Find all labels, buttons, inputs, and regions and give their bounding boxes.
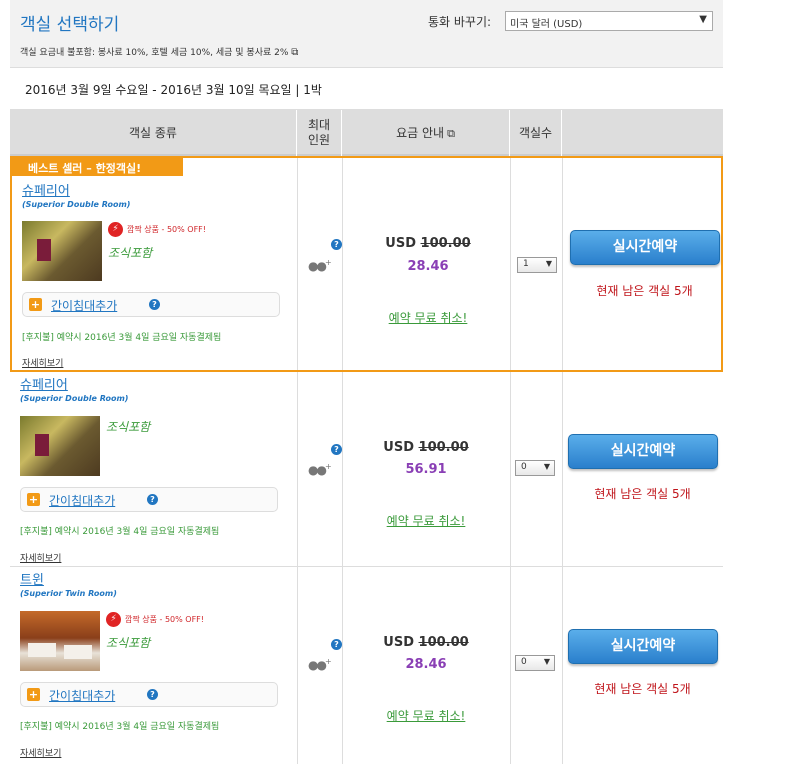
price-original: USD 100.00	[342, 635, 510, 650]
help-icon[interactable]: ?	[331, 639, 342, 650]
best-seller-ribbon: 베스트 셀러 – 한정객실!	[12, 158, 183, 176]
currency-select-value: 미국 달러 (USD)	[510, 19, 583, 30]
breakfast-included: 조식포함	[108, 246, 153, 260]
final-price: 28.46	[405, 657, 447, 672]
room-qty-value: 0	[521, 462, 527, 472]
column-rate-info: 요금 안내 ⧉	[342, 110, 510, 156]
column-room-type: 객실 종류	[10, 110, 297, 156]
original-price: 100.00	[418, 440, 469, 455]
price-original: USD 100.00	[344, 236, 512, 251]
room-subtitle: (Superior Double Room)	[22, 200, 131, 209]
plus-icon: +	[29, 298, 42, 311]
room-photo[interactable]	[22, 221, 102, 281]
room-qty-select[interactable]: 0 ▼	[515, 460, 555, 476]
currency-code: USD	[385, 236, 416, 251]
book-now-button[interactable]: 실시간예약	[568, 629, 718, 664]
lightning-icon: ⚡	[106, 612, 121, 627]
room-subtitle: (Superior Double Room)	[20, 394, 129, 403]
currency-label: 통화 바꾸기:	[428, 15, 492, 29]
original-price: 100.00	[420, 236, 471, 251]
final-price: 28.46	[407, 259, 449, 274]
room-photo[interactable]	[20, 416, 100, 476]
extra-bed-option[interactable]: + 간이침대추가 ?	[22, 292, 280, 317]
extra-bed-label[interactable]: 간이침대추가	[49, 687, 115, 704]
tax-note-text: 객실 요금내 불포함: 봉사료 10%, 호텔 세금 10%, 세금 및 봉사료…	[20, 48, 289, 58]
plus-icon: +	[27, 493, 40, 506]
extra-bed-label[interactable]: 간이침대추가	[51, 297, 117, 314]
room-row: 트윈 (Superior Twin Room) ⚡ 깜짝 상품 - 50% OF…	[10, 567, 723, 764]
payment-note: [후지불] 예약시 2016년 3월 4일 금요일 자동결제됨	[22, 333, 222, 343]
rooms-left-notice: 현재 남은 객실 5개	[594, 487, 691, 501]
price-original: USD 100.00	[342, 440, 510, 455]
chevron-down-icon: ▼	[699, 14, 707, 25]
currency-code: USD	[383, 635, 414, 650]
currency-code: USD	[383, 440, 414, 455]
rooms-left-notice: 현재 남은 객실 5개	[596, 284, 693, 298]
free-cancel-link[interactable]: 예약 무료 취소!	[344, 309, 512, 326]
external-link-icon[interactable]: ⧉	[291, 47, 298, 58]
two-guests-icon: ●●+	[308, 462, 332, 477]
help-icon[interactable]: ?	[149, 299, 160, 310]
chevron-down-icon: ▼	[545, 259, 552, 268]
page-title: 객실 선택하기	[20, 15, 120, 35]
tax-note: 객실 요금내 불포함: 봉사료 10%, 호텔 세금 10%, 세금 및 봉사료…	[20, 45, 298, 58]
details-link[interactable]: 자세히보기	[20, 551, 61, 564]
external-link-icon[interactable]: ⧉	[447, 126, 455, 141]
help-icon[interactable]: ?	[331, 239, 342, 250]
column-rooms: 객실수	[510, 110, 562, 156]
breakfast-included: 조식포함	[106, 420, 151, 434]
book-now-button[interactable]: 실시간예약	[570, 230, 720, 265]
header: 객실 선택하기 통화 바꾸기: 미국 달러 (USD) ▼ 객실 요금내 불포함…	[10, 0, 723, 68]
room-subtitle: (Superior Twin Room)	[20, 589, 117, 598]
extra-bed-option[interactable]: + 간이침대추가 ?	[20, 487, 278, 512]
column-max-guests-line1: 최대	[307, 118, 331, 132]
final-price: 56.91	[405, 462, 447, 477]
room-name-link[interactable]: 슈페리어	[20, 374, 68, 393]
room-name-link[interactable]: 슈페리어	[22, 180, 70, 199]
details-link[interactable]: 자세히보기	[22, 356, 63, 369]
help-icon[interactable]: ?	[147, 494, 158, 505]
chevron-down-icon: ▼	[543, 462, 550, 471]
payment-note: [후지불] 예약시 2016년 3월 4일 금요일 자동결제됨	[20, 527, 220, 537]
column-max-guests: 최대 인원	[297, 110, 342, 156]
room-qty-value: 0	[521, 657, 527, 667]
plus-icon: +	[27, 688, 40, 701]
extra-bed-option[interactable]: + 간이침대추가 ?	[20, 682, 278, 707]
date-range: 2016년 3월 9일 수요일 - 2016년 3월 10일 목요일 | 1박	[10, 68, 723, 110]
room-qty-select[interactable]: 0 ▼	[515, 655, 555, 671]
room-photo[interactable]	[20, 611, 100, 671]
free-cancel-link[interactable]: 예약 무료 취소!	[342, 512, 510, 529]
room-qty-select[interactable]: 1 ▼	[517, 257, 557, 273]
currency-select[interactable]: 미국 달러 (USD) ▼	[505, 11, 713, 31]
details-link[interactable]: 자세히보기	[20, 746, 61, 759]
two-guests-icon: ●●+	[308, 657, 332, 672]
deal-label: 깜짝 상품 - 50% OFF!	[127, 225, 206, 234]
original-price: 100.00	[418, 635, 469, 650]
help-icon[interactable]: ?	[331, 444, 342, 455]
help-icon[interactable]: ?	[147, 689, 158, 700]
free-cancel-link[interactable]: 예약 무료 취소!	[342, 707, 510, 724]
payment-note: [후지불] 예약시 2016년 3월 4일 금요일 자동결제됨	[20, 722, 220, 732]
two-guests-icon: ●●+	[308, 258, 332, 273]
room-name-link[interactable]: 트윈	[20, 569, 44, 588]
rooms-left-notice: 현재 남은 객실 5개	[594, 682, 691, 696]
room-selection-panel: 객실 선택하기 통화 바꾸기: 미국 달러 (USD) ▼ 객실 요금내 불포함…	[10, 0, 723, 764]
room-row: 슈페리어 (Superior Double Room) 조식포함 + 간이침대추…	[10, 372, 723, 567]
room-qty-value: 1	[523, 259, 529, 269]
chevron-down-icon: ▼	[543, 657, 550, 666]
lightning-icon: ⚡	[108, 222, 123, 237]
table-header: 객실 종류 최대 인원 요금 안내 ⧉ 객실수	[10, 110, 723, 156]
column-max-guests-line2: 인원	[307, 133, 331, 147]
column-rate-info-label: 요금 안내	[396, 125, 445, 140]
extra-bed-label[interactable]: 간이침대추가	[49, 492, 115, 509]
breakfast-included: 조식포함	[106, 636, 151, 650]
deal-label: 깜짝 상품 - 50% OFF!	[125, 615, 204, 624]
room-row: 베스트 셀러 – 한정객실! 슈페리어 (Superior Double Roo…	[10, 156, 723, 372]
book-now-button[interactable]: 실시간예약	[568, 434, 718, 469]
column-book	[562, 110, 723, 156]
